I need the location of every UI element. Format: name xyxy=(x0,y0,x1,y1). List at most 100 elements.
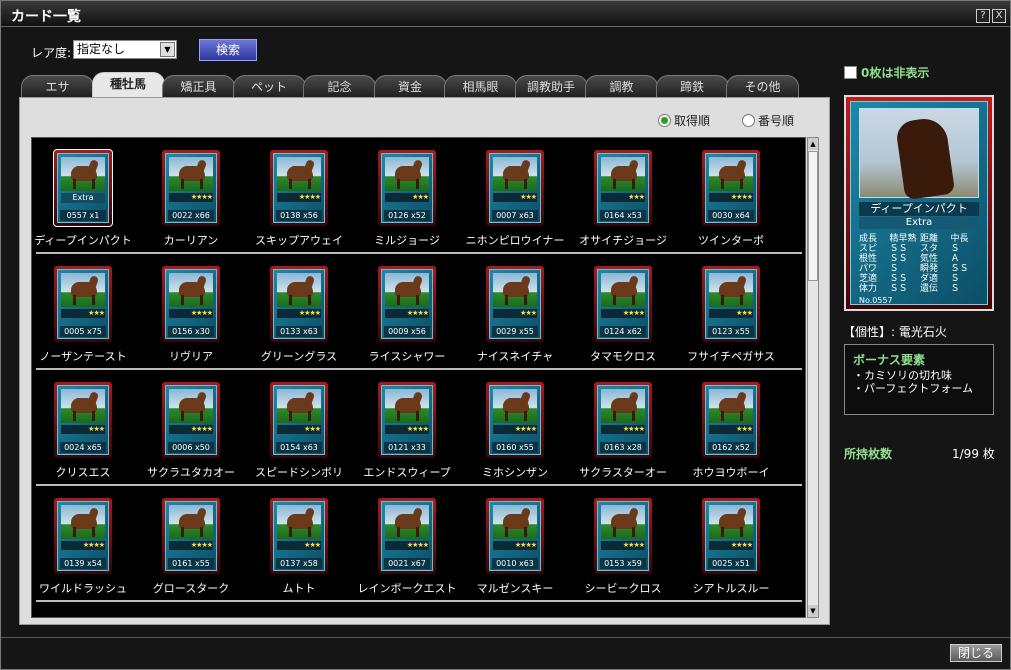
card-count: x63 xyxy=(302,443,318,452)
search-button[interactable]: 検索 xyxy=(199,39,257,61)
row-divider xyxy=(36,600,802,602)
card-id: 0025 xyxy=(712,559,733,568)
tab-3[interactable]: 矯正具 xyxy=(162,75,235,98)
card-tile[interactable]: ★★★ 0137 x58 xyxy=(270,498,328,574)
card-number: 0133 x63 xyxy=(276,326,322,337)
rarity-stars: ★★★★ xyxy=(169,541,213,550)
sort-acquired-radio[interactable]: 取得順 xyxy=(658,112,710,129)
bonus-item: ・パーフェクトフォーム xyxy=(853,382,974,395)
card-tile[interactable]: ★★★ 0126 x52 xyxy=(378,150,436,226)
card-number: 0139 x54 xyxy=(60,558,106,569)
card-tile[interactable]: ★★★★ 0124 x62 xyxy=(594,266,652,342)
card-tile[interactable]: ★★★★ 0021 x67 xyxy=(378,498,436,574)
scroll-thumb[interactable] xyxy=(808,151,818,281)
horse-icon xyxy=(169,505,213,539)
card-face: ★★★★ 0025 x51 xyxy=(705,501,757,571)
tab-9[interactable]: 調教 xyxy=(585,75,658,98)
card-tile[interactable]: ★★★ 0005 x75 xyxy=(54,266,112,342)
stat-cell: スタ xyxy=(920,244,939,254)
card-face: ★★★★ 0006 x50 xyxy=(165,385,217,455)
card-tile[interactable]: ★★★★ 0030 x64 xyxy=(702,150,760,226)
card-tile[interactable]: ★★★ 0162 x52 xyxy=(702,382,760,458)
horse-icon xyxy=(277,505,321,539)
rarity-stars: ★★★★ xyxy=(601,541,645,550)
help-button[interactable]: ? xyxy=(976,9,990,23)
row-divider xyxy=(36,368,802,370)
tab-7[interactable]: 相馬眼 xyxy=(444,75,517,98)
stat-cell: ＳＳ xyxy=(889,284,908,294)
card-face: ★★★★ 0139 x54 xyxy=(57,501,109,571)
card-count: x63 xyxy=(302,327,318,336)
horse-icon xyxy=(385,273,429,307)
card-tile[interactable]: ★★★★ 0160 x55 xyxy=(486,382,544,458)
tab-8[interactable]: 調教助手 xyxy=(514,75,588,98)
card-count: x59 xyxy=(626,559,642,568)
card-name: ディープインパクト xyxy=(34,234,132,247)
rarity-stars: ★★★★ xyxy=(709,193,753,202)
card-face: ★★★ 0154 x63 xyxy=(273,385,325,455)
card-count: x63 xyxy=(518,211,534,220)
tab-2[interactable]: 種牡馬 xyxy=(91,72,165,98)
card-name: ニホンピロウイナー xyxy=(465,234,565,247)
checkbox-icon[interactable] xyxy=(844,66,857,79)
rarity-select[interactable]: 指定なし ▼ xyxy=(73,40,177,59)
card-number: 0138 x56 xyxy=(276,210,322,221)
card-tile[interactable]: ★★★★ 0139 x54 xyxy=(54,498,112,574)
stat-cell: ＳＳ xyxy=(889,244,908,254)
card-tile[interactable]: ★★★ 0154 x63 xyxy=(270,382,328,458)
card-tile[interactable]: Extra 0557 x1 xyxy=(53,149,113,227)
card-tile[interactable]: ★★★ 0007 x63 xyxy=(486,150,544,226)
card-tile[interactable]: ★★★ 0123 x55 xyxy=(702,266,760,342)
horse-icon xyxy=(709,389,753,423)
close-button[interactable]: 閉じる xyxy=(950,644,1002,662)
window-close-button[interactable]: X xyxy=(992,9,1006,23)
card-tile[interactable]: ★★★★ 0138 x56 xyxy=(270,150,328,226)
bonus-box: ボーナス要素 ・カミソリの切れ味 ・パーフェクトフォーム xyxy=(844,344,994,415)
card-tile[interactable]: ★★★★ 0022 x66 xyxy=(162,150,220,226)
card-tile[interactable]: ★★★ 0029 x55 xyxy=(486,266,544,342)
tab-5[interactable]: 記念 xyxy=(303,75,376,98)
horse-icon xyxy=(169,157,213,191)
card-tile[interactable]: ★★★ 0024 x65 xyxy=(54,382,112,458)
tab-11[interactable]: その他 xyxy=(726,75,799,98)
card-tile[interactable]: ★★★★ 0006 x50 xyxy=(162,382,220,458)
card-tile[interactable]: ★★★★ 0009 x56 xyxy=(378,266,436,342)
hide-zero-checkbox[interactable]: 0枚は非表示 xyxy=(844,64,929,81)
scroll-down-arrow-icon[interactable]: ▼ xyxy=(808,605,818,617)
card-id: 0009 xyxy=(388,327,409,336)
tab-4[interactable]: ペット xyxy=(232,75,306,98)
card-tile[interactable]: ★★★★ 0133 x63 xyxy=(270,266,328,342)
card-id: 0124 xyxy=(604,327,625,336)
stat-cell: パワ xyxy=(859,264,878,274)
card-tile[interactable]: ★★★★ 0010 x63 xyxy=(486,498,544,574)
rarity-stars: ★★★ xyxy=(385,193,429,202)
card-tile[interactable]: ★★★★ 0163 x28 xyxy=(594,382,652,458)
card-tile[interactable]: ★★★★ 0025 x51 xyxy=(702,498,760,574)
scrollbar[interactable]: ▲ ▼ xyxy=(807,137,819,618)
card-id: 0121 xyxy=(388,443,409,452)
card-id: 0007 xyxy=(496,211,517,220)
sort-number-radio[interactable]: 番号順 xyxy=(742,112,794,129)
scroll-up-arrow-icon[interactable]: ▲ xyxy=(808,138,818,150)
card-tile[interactable]: ★★★★ 0161 x55 xyxy=(162,498,220,574)
card-tile[interactable]: ★★★★ 0121 x33 xyxy=(378,382,436,458)
card-number: 0030 x64 xyxy=(708,210,754,221)
card-name: レインボークエスト xyxy=(357,582,457,595)
card-count: x50 xyxy=(194,443,210,452)
horse-icon xyxy=(601,157,645,191)
tab-10[interactable]: 蹄鉄 xyxy=(655,75,729,98)
card-face: ★★★ 0007 x63 xyxy=(489,153,541,223)
card-tile[interactable]: ★★★★ 0153 x59 xyxy=(594,498,652,574)
horse-icon xyxy=(601,389,645,423)
tab-1[interactable]: エサ xyxy=(21,75,94,98)
card-number: 0153 x59 xyxy=(600,558,646,569)
card-id: 0006 xyxy=(172,443,193,452)
chevron-down-icon[interactable]: ▼ xyxy=(160,42,175,57)
card-name: エンドスウィープ xyxy=(363,466,451,479)
card-face: ★★★★ 0163 x28 xyxy=(597,385,649,455)
stat-cell: 気性 xyxy=(920,254,939,264)
card-tile[interactable]: ★★★★ 0156 x30 xyxy=(162,266,220,342)
tab-6[interactable]: 資金 xyxy=(373,75,447,98)
card-name: オサイチジョージ xyxy=(579,234,667,247)
card-tile[interactable]: ★★★ 0164 x53 xyxy=(594,150,652,226)
